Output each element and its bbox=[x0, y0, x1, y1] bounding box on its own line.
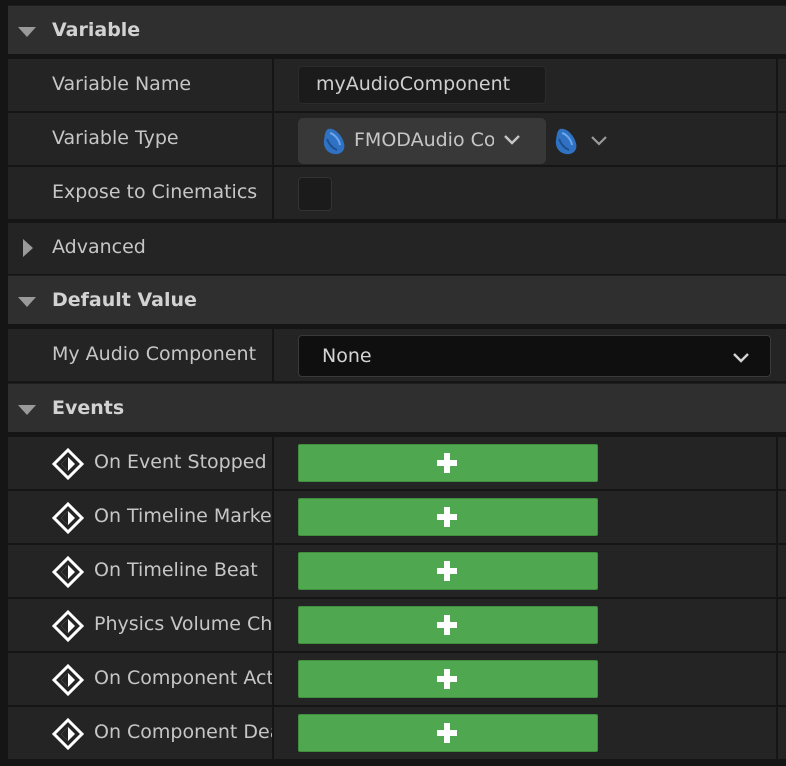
add-event-button[interactable] bbox=[298, 660, 598, 698]
event-label: On Component Activated bbox=[94, 667, 272, 689]
chevron-down-icon bbox=[733, 353, 749, 363]
event-label: On Event Stopped bbox=[94, 451, 267, 473]
section-title: Default Value bbox=[52, 289, 197, 311]
event-row: On Event Stopped bbox=[8, 435, 786, 489]
plus-icon bbox=[437, 561, 457, 581]
plus-icon bbox=[437, 615, 457, 635]
event-row: Physics Volume Changed bbox=[8, 597, 786, 651]
my-audio-component-row: My Audio Component None bbox=[8, 327, 786, 381]
fmod-blob-icon[interactable] bbox=[554, 126, 578, 156]
expose-cinematics-checkbox[interactable] bbox=[298, 177, 332, 211]
section-header-events[interactable]: Events bbox=[8, 383, 786, 432]
combo-value: None bbox=[322, 345, 372, 367]
chevron-down-icon[interactable] bbox=[590, 131, 608, 149]
event-label: On Timeline Marker bbox=[94, 505, 272, 527]
event-row: On Timeline Marker bbox=[8, 489, 786, 543]
section-header-advanced[interactable]: Advanced bbox=[8, 221, 786, 274]
plus-icon bbox=[437, 669, 457, 689]
plus-icon bbox=[437, 453, 457, 473]
event-diamond-icon bbox=[52, 610, 84, 642]
section-title: Advanced bbox=[52, 236, 146, 258]
variable-type-row: Variable Type FMODAudio Component bbox=[8, 111, 786, 165]
section-title: Events bbox=[52, 397, 125, 419]
variable-name-input[interactable]: myAudioComponent bbox=[298, 66, 546, 104]
fmod-blob-icon bbox=[323, 128, 345, 155]
event-diamond-icon bbox=[52, 718, 84, 750]
event-label: On Timeline Beat bbox=[94, 559, 258, 581]
section-header-variable[interactable]: Variable bbox=[8, 5, 786, 54]
section-header-default-value[interactable]: Default Value bbox=[8, 275, 786, 324]
add-event-button[interactable] bbox=[298, 714, 598, 752]
variable-name-row: Variable Name myAudioComponent bbox=[8, 57, 786, 111]
type-label: FMODAudio Component bbox=[354, 129, 494, 151]
chevron-down-icon bbox=[504, 135, 520, 145]
event-row: On Component Activated bbox=[8, 651, 786, 705]
event-row: On Component Deactivated bbox=[8, 705, 786, 759]
triangle-right-icon[interactable] bbox=[23, 239, 33, 257]
event-label: Physics Volume Changed bbox=[94, 613, 272, 635]
section-title: Variable bbox=[52, 19, 141, 41]
add-event-button[interactable] bbox=[298, 552, 598, 590]
event-diamond-icon bbox=[52, 664, 84, 696]
triangle-down-icon[interactable] bbox=[18, 405, 36, 415]
triangle-down-icon[interactable] bbox=[18, 27, 36, 37]
plus-icon bbox=[437, 507, 457, 527]
event-row: On Timeline Beat bbox=[8, 543, 786, 597]
property-label: Expose to Cinematics bbox=[52, 181, 258, 203]
event-diamond-icon bbox=[52, 502, 84, 534]
event-diamond-icon bbox=[52, 556, 84, 588]
add-event-button[interactable] bbox=[298, 444, 598, 482]
property-label: Variable Name bbox=[52, 73, 192, 95]
event-diamond-icon bbox=[52, 448, 84, 480]
property-label: Variable Type bbox=[52, 127, 179, 149]
variable-type-dropdown[interactable]: FMODAudio Component bbox=[298, 118, 546, 164]
audio-component-combo[interactable]: None bbox=[298, 335, 771, 377]
event-label: On Component Deactivated bbox=[94, 721, 272, 743]
property-label: My Audio Component bbox=[52, 343, 257, 365]
plus-icon bbox=[437, 723, 457, 743]
expose-cinematics-row: Expose to Cinematics bbox=[8, 165, 786, 219]
add-event-button[interactable] bbox=[298, 498, 598, 536]
add-event-button[interactable] bbox=[298, 606, 598, 644]
triangle-down-icon[interactable] bbox=[18, 297, 36, 307]
details-panel: Variable Variable Name myAudioComponent … bbox=[8, 5, 786, 766]
